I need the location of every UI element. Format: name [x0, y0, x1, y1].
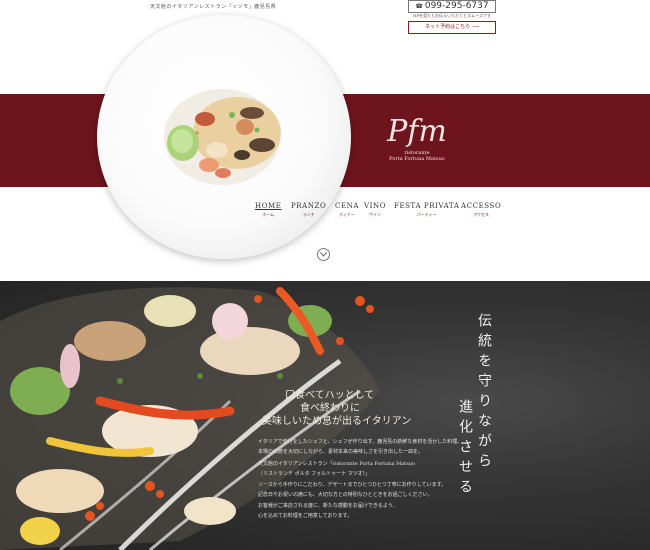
- restaurant-logo[interactable]: Pfm ristorante Porta Fortuna Matsuo: [386, 114, 448, 163]
- nav-pranzo[interactable]: PRANZO ランチ: [291, 202, 326, 218]
- nav-sublabel: ランチ: [302, 212, 315, 217]
- nav-label: FESTA PRIVATA: [394, 202, 460, 210]
- scroll-down-button[interactable]: [317, 248, 330, 261]
- nav-label: ACCESSO: [461, 202, 502, 210]
- description-line: （リストランテ ポルタ フォルトゥーナ マツオ）」: [258, 471, 371, 477]
- nav-sublabel: ディナー: [339, 212, 355, 217]
- nav-festa-privata[interactable]: FESTA PRIVATA パーティー: [394, 202, 459, 218]
- description-line: イタリアで修行をしたシェフと、シェフが作り出す、鹿児島の新鮮な食材を活かした料理…: [258, 439, 463, 445]
- description-line: お客様がご来店される度に、新たな感動をお届けできるよう、: [258, 503, 398, 509]
- nav-sublabel: アクセス: [473, 212, 490, 217]
- nav-label: CENA: [335, 202, 360, 210]
- nav-sublabel: ホーム: [262, 212, 275, 217]
- nav-accesso[interactable]: ACCESSO アクセス: [461, 202, 501, 218]
- phone-number[interactable]: ☎ 099-295-6737: [408, 0, 496, 13]
- description-line: 本場の伝統を大切にしながら、素材本来の美味しさを引き出した一皿を。: [258, 449, 424, 455]
- description-line: 天文館のイタリアンレストラン「ristorante Porta Fortuna …: [258, 461, 415, 467]
- phone-text: 099-295-6737: [424, 1, 489, 11]
- nav-label: HOME: [255, 202, 282, 210]
- reserve-button[interactable]: ネット予約はこちら ⟶: [408, 21, 496, 34]
- concept-section: 伝統を守りながら 進化させる 口食べてハッとして 食べ終わりに 美味しいため息が…: [0, 281, 650, 550]
- hero-dish-image: [97, 15, 351, 259]
- catch-line-3: 美味しいため息が出るイタリアン: [262, 416, 412, 427]
- logo-mark: Pfm: [387, 114, 447, 149]
- nav-vino[interactable]: VINO ワイン: [364, 202, 386, 218]
- header-tagline: 天文館のイタリアンレストラン「ッソモ」鹿児島県: [150, 4, 277, 10]
- nav-sublabel: パーティー: [416, 212, 437, 217]
- nav-home[interactable]: HOME ホーム: [255, 202, 282, 218]
- phone-icon: ☎: [415, 3, 423, 10]
- description-line: 記念日やお祝いの席にも、大切な方との特別なひとときをお過ごしください。: [258, 492, 433, 498]
- nav-label: PRANZO: [291, 202, 327, 210]
- nav-sublabel: ワイン: [369, 212, 382, 217]
- vertical-copy-line-1: 伝統を守りながら: [476, 313, 492, 473]
- vertical-copy-line-2: 進化させる: [457, 399, 473, 499]
- phone-note: HPを見たとお伝えいただくとスムーズです: [413, 13, 491, 18]
- logo-line-2: Porta Fortuna Matsuo: [389, 156, 445, 162]
- description-line: 心を込めてお料理をご用意しております。: [258, 513, 353, 519]
- nav-cena[interactable]: CENA ディナー: [335, 202, 359, 218]
- chevron-down-icon: [320, 252, 327, 257]
- description-line: ソースから手作りにこだわり、デザートまでひとつひとつ丁寧にお作りしています。: [258, 482, 447, 488]
- nav-label: VINO: [364, 202, 387, 210]
